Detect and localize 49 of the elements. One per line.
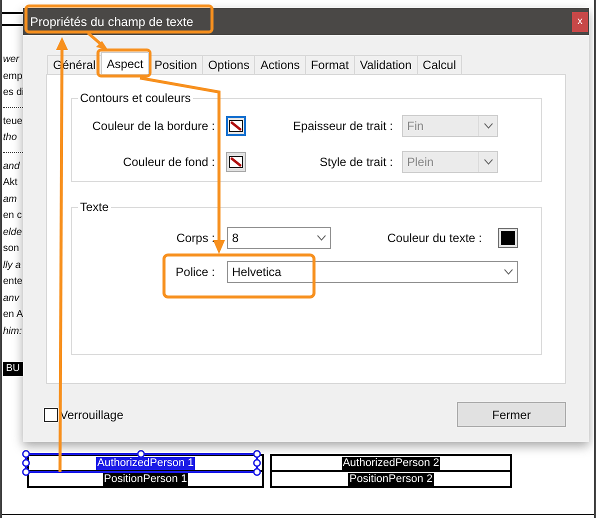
lock-checkbox[interactable]: Verrouillage bbox=[44, 408, 124, 422]
caret-icon bbox=[484, 159, 492, 165]
document-text: wer bbox=[3, 53, 20, 67]
document-text: tho bbox=[3, 131, 17, 145]
field-label: Corps : bbox=[175, 231, 215, 245]
document-text: emp bbox=[3, 70, 22, 84]
document-text: anv bbox=[3, 292, 20, 306]
group-title: Contours et couleurs bbox=[79, 91, 192, 105]
document-text: ente bbox=[3, 275, 22, 289]
field-name: PositionPerson 1 bbox=[102, 472, 188, 486]
no-color-swatch[interactable] bbox=[226, 152, 246, 172]
document-text: Akt bbox=[3, 176, 18, 190]
caret-icon bbox=[504, 269, 512, 275]
form-field[interactable]: AuthorizedPerson 2 PositionPerson 2 bbox=[270, 454, 512, 488]
document-text: am bbox=[3, 192, 17, 206]
document-text: him: bbox=[3, 324, 22, 338]
window-title: Propriétés du champ de texte bbox=[30, 14, 194, 28]
document-text: and bbox=[3, 160, 20, 174]
field-label: Couleur de fond : bbox=[122, 155, 215, 169]
field-name: PositionPerson 2 bbox=[348, 472, 434, 486]
field-label: Couleur du texte : bbox=[386, 231, 482, 245]
field-label: Style de trait : bbox=[318, 155, 393, 169]
document-text: teue bbox=[3, 114, 22, 128]
field-label: Couleur de la bordure : bbox=[91, 119, 215, 133]
font-dropdown[interactable]: Helvetica bbox=[227, 261, 518, 283]
font-size-dropdown[interactable]: 8 bbox=[227, 227, 331, 249]
tab[interactable]: Calcul bbox=[416, 55, 462, 74]
field-label: Police : bbox=[174, 265, 215, 279]
selection-frame[interactable] bbox=[22, 450, 261, 476]
document-text: en c bbox=[3, 209, 22, 223]
annotation-frame bbox=[96, 48, 152, 78]
caret-icon bbox=[484, 123, 492, 129]
annotation-arrow bbox=[87, 32, 108, 50]
close-button[interactable]: x bbox=[572, 12, 588, 32]
document-text: lly a bbox=[3, 258, 21, 272]
field-label: Epaisseur de trait : bbox=[292, 119, 393, 133]
document-text: son bbox=[3, 242, 20, 256]
document-text: en A bbox=[3, 308, 24, 322]
field-name: AuthorizedPerson 2 bbox=[342, 456, 440, 470]
caret-icon bbox=[316, 235, 326, 241]
close-dialog-button[interactable]: Fermer bbox=[457, 402, 566, 427]
tab[interactable]: Aspect bbox=[100, 52, 150, 74]
tab[interactable]: Options bbox=[202, 55, 256, 74]
field-name: AuthorizedPerson 1 bbox=[96, 456, 195, 470]
document-label: BU bbox=[3, 362, 23, 376]
document-text: elde bbox=[3, 226, 22, 240]
text-color-swatch[interactable] bbox=[498, 228, 518, 248]
no-color-swatch[interactable] bbox=[226, 116, 246, 136]
group-title: Texte bbox=[79, 200, 110, 214]
